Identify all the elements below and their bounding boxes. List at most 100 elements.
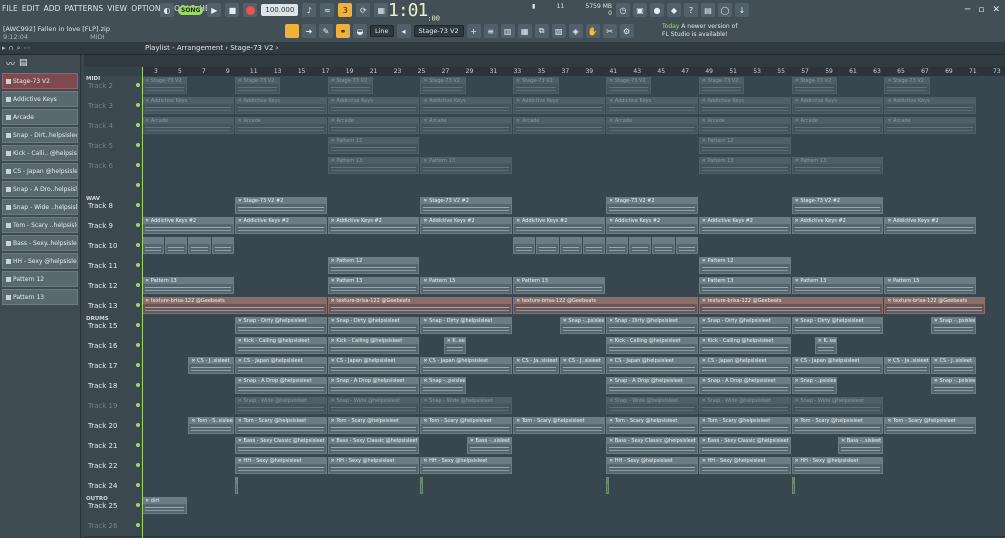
pattern-clip[interactable]: ✕ Tom - Scary @helpsisleet (605, 417, 698, 434)
picker-item[interactable]: Arcade (2, 109, 78, 125)
pattern-clip[interactable]: ✕ Addictive Keys #2 (420, 217, 513, 234)
pattern-clip[interactable] (559, 237, 582, 254)
track-name[interactable]: Track 6 (84, 156, 134, 176)
pattern-clip[interactable]: ✕ Stage-73 V2 (791, 77, 837, 94)
track-mute-button[interactable] (134, 336, 142, 356)
track-lane[interactable]: ✕ texture-brisa-122 @Geebeats ✕ texture-b… (142, 296, 1005, 316)
track-mute-button[interactable] (134, 316, 142, 336)
pattern-clip[interactable] (605, 237, 629, 254)
track-mute-button[interactable] (134, 236, 142, 256)
menu-edit[interactable]: EDIT (22, 4, 40, 13)
news-panel[interactable]: Today A newer version of FL Studio is av… (662, 23, 737, 38)
pattern-clip[interactable]: ✕ Snap - Dirty @helpsisleet (234, 317, 327, 334)
pattern-clip[interactable] (675, 237, 698, 254)
options-icon[interactable]: ⋯ (24, 44, 31, 53)
picker-item[interactable]: Addictive Keys (2, 91, 78, 107)
pattern-clip[interactable]: ✕ Snap - Dirty @helpsisleet (420, 317, 513, 334)
pattern-clip[interactable]: ✕ Snap - Dirty @helpsisleet (327, 317, 420, 334)
pattern-clip[interactable]: ✕ CS - Japan @helpsisleet (234, 357, 327, 374)
pattern-clip[interactable]: ✕ CS - Japan @helpsisleet (791, 357, 884, 374)
pattern-clip[interactable] (536, 237, 559, 254)
chat-icon[interactable]: ◯ (718, 3, 732, 17)
pattern-clip[interactable]: ✕ HH - Sexy @helpsisleet (605, 457, 698, 474)
track-lane[interactable]: ✕ Snap - Dirty @helpsisleet ✕ Snap - Dirt… (142, 316, 1005, 336)
save-icon[interactable]: ▤ (701, 3, 715, 17)
picker-item[interactable]: Bass - Sexy..helpsisleet (2, 235, 78, 251)
pattern-clip[interactable]: ✕ Addictive Keys #2 (142, 217, 234, 234)
pattern-clip[interactable]: ✕ CS - Ja..sisleet (884, 357, 930, 374)
pattern-clip[interactable]: ✕ CS - J..sisleet (559, 357, 605, 374)
touch-icon[interactable]: ✋ (585, 24, 600, 38)
add-pattern-icon[interactable]: + (466, 24, 481, 38)
track-lane[interactable] (142, 516, 1005, 536)
picker-item[interactable]: Kick - Calli.. @helpsisleet (2, 145, 78, 161)
help-icon[interactable]: ? (684, 3, 698, 17)
track-name[interactable]: Track 5 (84, 136, 134, 156)
pattern-clip[interactable]: ✕ Snap - A Drop @helpsisleet (698, 377, 791, 394)
track-name[interactable]: Track 4 (84, 116, 134, 136)
pattern-clip[interactable]: ✕ Tom - Scary @helpsisleet (884, 417, 977, 434)
track-mute-button[interactable] (134, 416, 142, 436)
timeline-ruler[interactable]: 3 5 7 9 11 13 15 17 19 21 23 25 27 29 31 33 35 37 39 41 43 45… (142, 67, 1005, 76)
pattern-clip[interactable]: ✕ Tom - S..sisleet (188, 417, 234, 434)
pattern-clip[interactable]: ✕ Snap - A Drop @helpsisleet (234, 377, 327, 394)
track-name[interactable]: Track 20 (84, 416, 134, 436)
pattern-clip[interactable]: ✕ Stage-73 V2 (884, 77, 930, 94)
arrow-icon[interactable]: ➜ (302, 24, 316, 38)
eq-icon[interactable]: ⧉ (534, 24, 549, 38)
pattern-clip[interactable]: ✕ Pattern 13 (420, 277, 513, 294)
loop-record-icon[interactable]: ⟳ (356, 3, 371, 17)
track-lane[interactable] (142, 236, 1005, 256)
pattern-clip[interactable]: ✕ Pattern 12 (327, 137, 420, 154)
step-edit-icon[interactable]: ▦ (374, 3, 389, 17)
track-mute-button[interactable] (134, 276, 142, 296)
track-lane[interactable]: ✕ Snap - A Drop @helpsisleet ✕ Snap - A D… (142, 376, 1005, 396)
pattern-clip[interactable]: ✕ Bass -..sisleet (466, 437, 513, 454)
pattern-clip[interactable]: ✕ CS - Japan @helpsisleet (605, 357, 698, 374)
pattern-clip[interactable]: ✕ HH - Sexy @helpsisleet (698, 457, 791, 474)
pattern-list-icon[interactable]: ▤ (19, 58, 28, 68)
pattern-clip[interactable]: ✕ Addictive Keys (327, 97, 420, 114)
pattern-clip[interactable]: ✕ Snap -..psisleet (930, 317, 977, 334)
track-mute-button[interactable] (134, 76, 142, 96)
browser-icon[interactable]: ▧ (551, 24, 566, 38)
pattern-clip[interactable]: ✕ Pattern 13 (142, 277, 234, 294)
pattern-clip[interactable]: ✕ Snap - A Drop @helpsisleet (327, 377, 420, 394)
pattern-clip[interactable]: ✕ Addictive Keys #2 (327, 217, 420, 234)
pattern-clip[interactable]: ✕ Snap - Dirty @helpsisleet (605, 317, 698, 334)
pattern-clip[interactable]: ✕ Addictive Keys #2 (513, 217, 605, 234)
pattern-clip[interactable] (142, 237, 165, 254)
settings-icon[interactable]: ⚙ (619, 24, 634, 38)
track-mute-button[interactable] (134, 376, 142, 396)
pattern-clip[interactable]: ✕ Addictive Keys (605, 97, 698, 114)
pattern-clip[interactable]: ✕ HH - Sexy @helpsisleet (420, 457, 513, 474)
pattern-clip[interactable]: ✕ Snap -..psisleet (559, 317, 605, 334)
track-name[interactable]: Track 25 OUTRO (84, 496, 134, 516)
pattern-clip[interactable]: ✕ K..eet (443, 337, 466, 354)
track-mute-button[interactable] (134, 256, 142, 276)
track-mute-button[interactable] (134, 196, 142, 216)
tools-icon[interactable]: ✂ (602, 24, 617, 38)
wait-icon[interactable]: ≈ (320, 3, 335, 17)
track-lane[interactable]: ✕ HH - Sexy @helpsisleet ✕ HH - Sexy @hel… (142, 456, 1005, 476)
microphone-icon[interactable]: ● (650, 3, 664, 17)
pattern-clip[interactable]: ✕ Addictive Keys (513, 97, 605, 114)
track-name[interactable]: Track 3 (84, 96, 134, 116)
left-arrow-icon[interactable]: ◂ (396, 24, 411, 38)
track-mute-button[interactable] (134, 516, 142, 536)
pattern-clip[interactable]: ✕ Snap - Wide @helpsisleet (605, 397, 698, 414)
pattern-clip[interactable]: ✕ Kick - Calling @helpsisleet (698, 337, 791, 354)
mixer-icon[interactable]: ≡ (483, 24, 498, 38)
track-mute-button[interactable] (134, 476, 142, 496)
maximize-icon[interactable]: ▫ (978, 5, 984, 15)
pattern-clip[interactable]: ✕ CS - J..sisleet (930, 357, 977, 374)
metronome-icon[interactable]: ♪ (302, 3, 317, 17)
headphones-icon[interactable]: ∩ (9, 44, 14, 53)
pattern-clip[interactable]: ✕ Pattern 13 (791, 277, 884, 294)
paint-icon[interactable]: ◒ (353, 24, 367, 38)
pattern-clip[interactable]: ✕ Addictive Keys (142, 97, 234, 114)
track-lane[interactable]: ✕ CS - J..sisleet ✕ CS - Japan @helpsisle… (142, 356, 1005, 376)
pattern-clip[interactable]: ✕ Addictive Keys #2 (698, 217, 791, 234)
pattern-clip[interactable]: ✕ Stage-73 V2 (420, 77, 466, 94)
track-name[interactable]: Track 2 MIDI (84, 76, 134, 96)
